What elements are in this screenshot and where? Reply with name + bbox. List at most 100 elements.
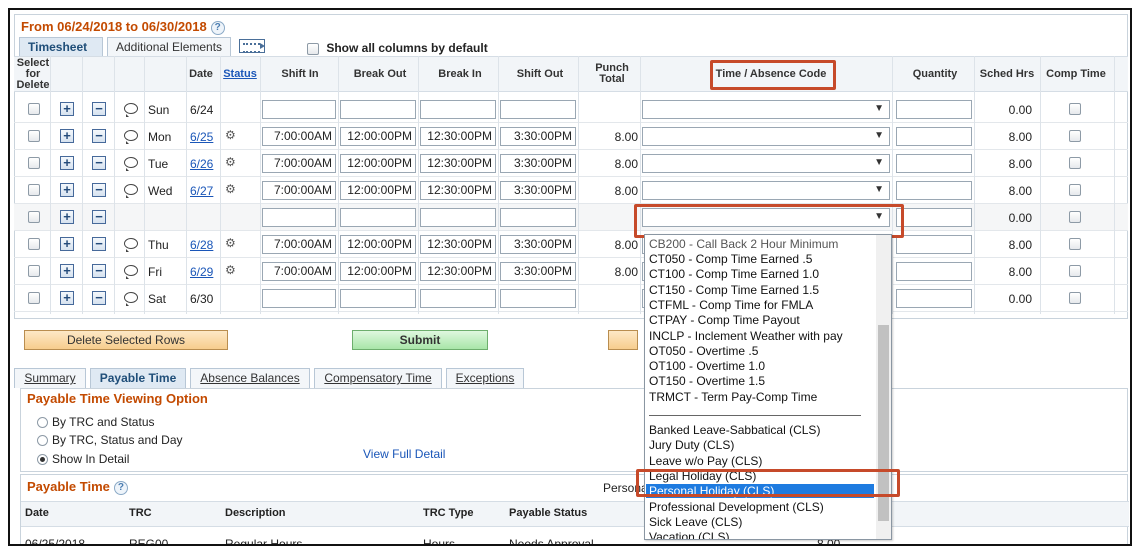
comment-icon[interactable] (124, 292, 138, 306)
break-out-input[interactable]: 12:00:00PM (340, 127, 416, 146)
shift-in-input[interactable]: 7:00:00AM (262, 127, 336, 146)
comp-time-checkbox[interactable] (1069, 265, 1081, 277)
time-absence-code-select[interactable]: ▼ (642, 127, 890, 146)
comp-time-checkbox[interactable] (1069, 130, 1081, 142)
col-status[interactable]: Status (220, 56, 260, 92)
shift-out-input[interactable]: 3:30:00PM (500, 154, 576, 173)
time-absence-code-select[interactable]: ▼ (642, 181, 890, 200)
add-row-button[interactable]: + (60, 156, 74, 170)
dropdown-option[interactable]: Jury Duty (CLS) (649, 438, 734, 452)
select-row-checkbox[interactable] (28, 238, 40, 250)
gears-icon[interactable]: ⚙ (225, 236, 236, 250)
dropdown-option[interactable]: TRMCT - Term Pay-Comp Time (649, 390, 817, 404)
comment-icon[interactable] (124, 157, 138, 171)
comp-time-checkbox[interactable] (1069, 238, 1081, 250)
comp-time-checkbox[interactable] (1069, 157, 1081, 169)
dropdown-option[interactable]: INCLP - Inclement Weather with pay (649, 329, 843, 343)
delete-row-button[interactable]: − (92, 264, 106, 278)
break-out-input[interactable]: 12:00:00PM (340, 181, 416, 200)
dropdown-option[interactable]: CB200 - Call Back 2 Hour Minimum (649, 237, 838, 251)
tab-timesheet[interactable]: Timesheet (19, 37, 103, 57)
break-out-input[interactable] (340, 100, 416, 119)
shift-in-input[interactable] (262, 289, 336, 308)
comment-icon[interactable] (124, 265, 138, 279)
delete-selected-rows-button[interactable]: Delete Selected Rows (24, 330, 228, 350)
add-row-button[interactable]: + (60, 210, 74, 224)
dropdown-option[interactable]: CTPAY - Comp Time Payout (649, 313, 800, 327)
dropdown-option[interactable]: CT100 - Comp Time Earned 1.0 (649, 267, 819, 281)
dropdown-option[interactable]: Banked Leave-Sabbatical (CLS) (649, 423, 820, 437)
add-row-button[interactable]: + (60, 264, 74, 278)
break-in-input[interactable] (420, 100, 496, 119)
select-row-checkbox[interactable] (28, 265, 40, 277)
select-row-checkbox[interactable] (28, 157, 40, 169)
break-out-input[interactable]: 12:00:00PM (340, 154, 416, 173)
help-icon[interactable]: ? (113, 480, 128, 495)
delete-row-button[interactable]: − (92, 291, 106, 305)
quantity-input[interactable] (896, 289, 972, 308)
shift-in-input[interactable]: 7:00:00AM (262, 154, 336, 173)
tab-payable-time[interactable]: Payable Time (90, 368, 186, 388)
break-in-input[interactable]: 12:30:00PM (420, 127, 496, 146)
partial-button[interactable] (608, 330, 638, 350)
comment-icon[interactable] (124, 238, 138, 252)
date-cell[interactable]: 6/28 (190, 238, 213, 252)
show-all-checkbox[interactable] (307, 42, 319, 55)
delete-row-button[interactable]: − (92, 129, 106, 143)
tab-absence-balances[interactable]: Absence Balances (190, 368, 310, 388)
shift-out-input[interactable] (500, 289, 576, 308)
show-all-columns[interactable]: Show all columns by default (307, 41, 488, 55)
break-in-input[interactable]: 12:30:00PM (420, 154, 496, 173)
delete-row-button[interactable]: − (92, 237, 106, 251)
comment-icon[interactable] (124, 103, 138, 117)
break-in-input[interactable]: 12:30:00PM (420, 181, 496, 200)
dropdown-option[interactable]: OT050 - Overtime .5 (649, 344, 758, 358)
dropdown-option[interactable]: Sick Leave (CLS) (649, 515, 742, 529)
add-row-button[interactable]: + (60, 291, 74, 305)
shift-in-input[interactable]: 7:00:00AM (262, 235, 336, 254)
view-full-detail-link[interactable]: View Full Detail (363, 447, 445, 461)
shift-in-input[interactable] (262, 100, 336, 119)
dropdown-option[interactable]: CTFML - Comp Time for FMLA (649, 298, 813, 312)
time-absence-code-select[interactable]: ▼ (642, 100, 890, 119)
select-row-checkbox[interactable] (28, 184, 40, 196)
delete-row-button[interactable]: − (92, 183, 106, 197)
quantity-input[interactable] (896, 154, 972, 173)
gears-icon[interactable]: ⚙ (225, 155, 236, 169)
dropdown-option[interactable]: CT150 - Comp Time Earned 1.5 (649, 283, 819, 297)
select-row-checkbox[interactable] (28, 211, 40, 223)
gears-icon[interactable]: ⚙ (225, 263, 236, 277)
delete-row-button[interactable]: − (92, 156, 106, 170)
quantity-input[interactable] (896, 235, 972, 254)
comp-time-checkbox[interactable] (1069, 292, 1081, 304)
select-row-checkbox[interactable] (28, 292, 40, 304)
tab-compensatory-time[interactable]: Compensatory Time (314, 368, 442, 388)
break-out-input[interactable] (340, 208, 416, 227)
date-cell[interactable]: 6/26 (190, 157, 213, 171)
add-row-button[interactable]: + (60, 237, 74, 251)
add-row-button[interactable]: + (60, 183, 74, 197)
submit-button[interactable]: Submit (352, 330, 488, 350)
shift-in-input[interactable] (262, 208, 336, 227)
dropdown-arrow-icon[interactable]: ▼ (874, 130, 884, 141)
break-in-input[interactable] (420, 208, 496, 227)
delete-row-button[interactable]: − (92, 102, 106, 116)
dropdown-option[interactable]: Professional Development (CLS) (649, 500, 824, 514)
tab-additional-elements[interactable]: Additional Elements (107, 37, 231, 57)
radio-icon[interactable] (37, 417, 48, 429)
select-row-checkbox[interactable] (28, 103, 40, 115)
dropdown-option[interactable]: OT150 - Overtime 1.5 (649, 374, 765, 388)
option-by-trc-status-day[interactable]: By TRC, Status and Day (37, 433, 183, 447)
comment-icon[interactable] (124, 184, 138, 198)
dropdown-arrow-icon[interactable]: ▼ (874, 103, 884, 114)
break-out-input[interactable]: 12:00:00PM (340, 235, 416, 254)
grid-view-icon[interactable] (239, 39, 265, 53)
quantity-input[interactable] (896, 262, 972, 281)
quantity-input[interactable] (896, 208, 972, 227)
dropdown-option[interactable]: CT050 - Comp Time Earned .5 (649, 252, 812, 266)
comp-time-checkbox[interactable] (1069, 184, 1081, 196)
shift-out-input[interactable] (500, 100, 576, 119)
break-in-input[interactable] (420, 289, 496, 308)
radio-icon[interactable] (37, 435, 48, 447)
comp-time-checkbox[interactable] (1069, 211, 1081, 223)
